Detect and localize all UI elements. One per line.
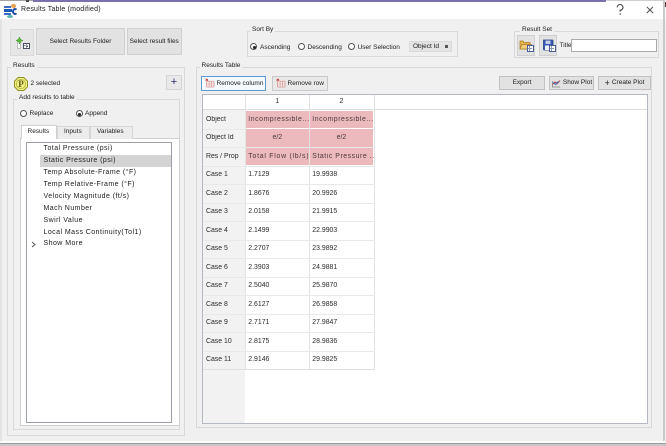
svg-text:P: P: [18, 79, 24, 89]
